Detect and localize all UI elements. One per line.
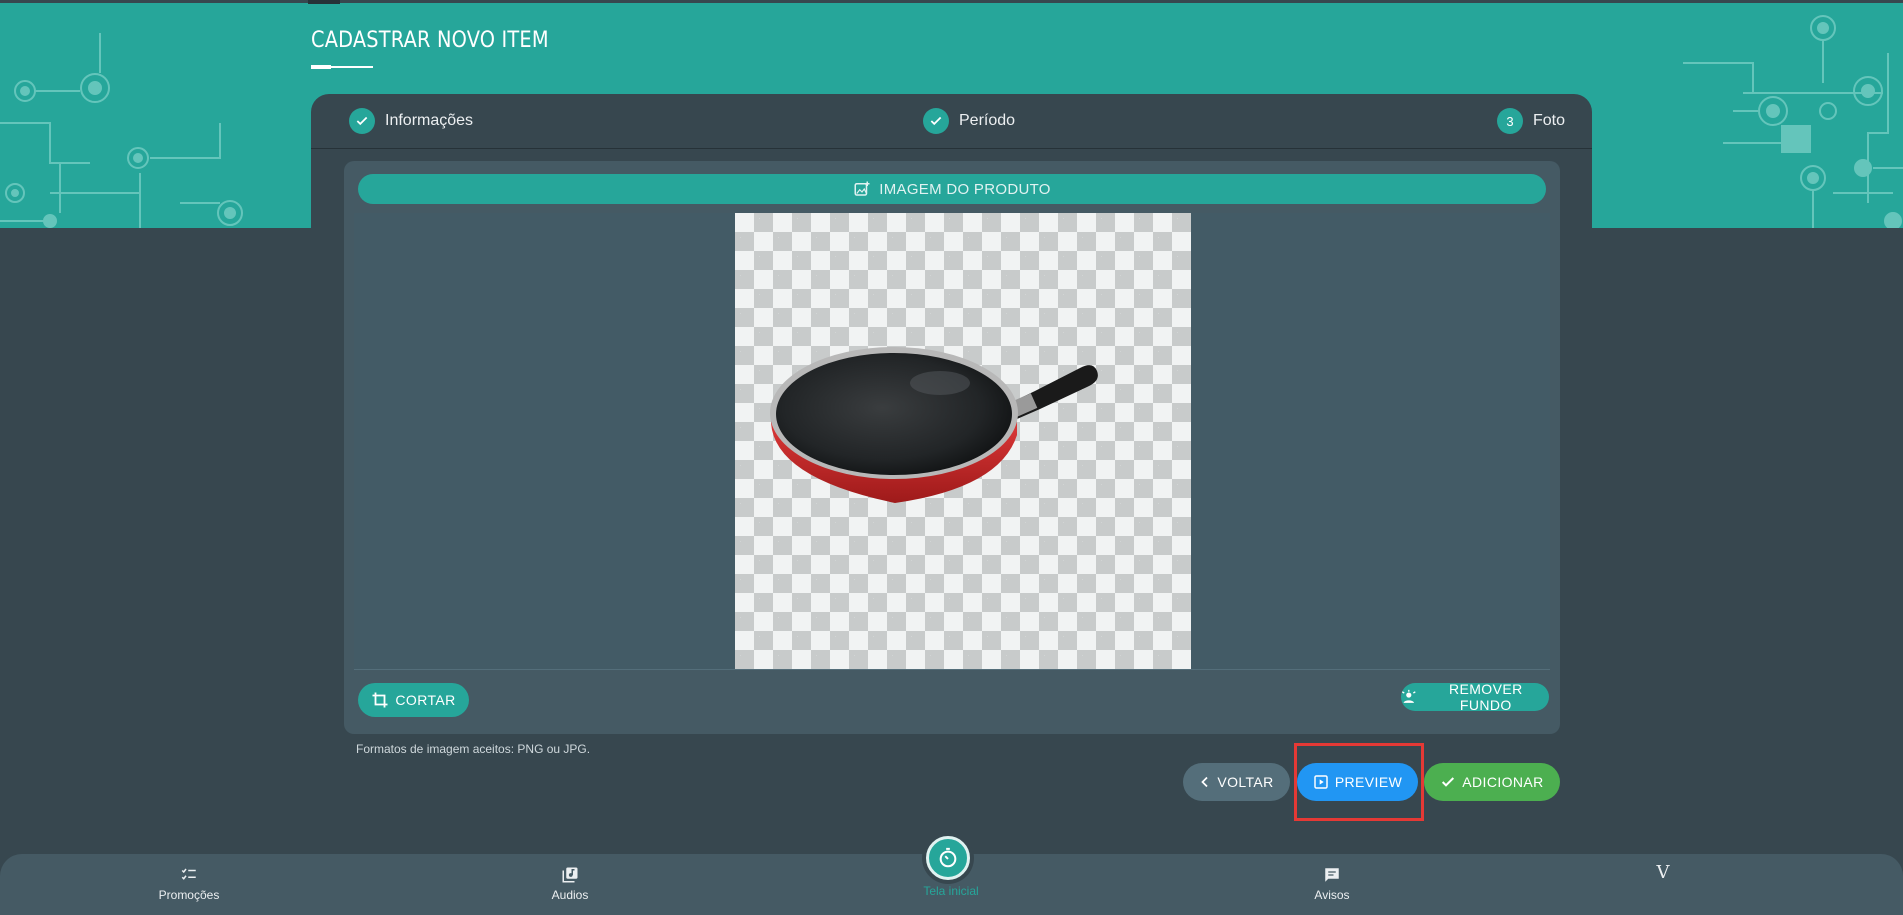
nav-label: Avisos	[1314, 888, 1350, 902]
chevron-left-icon	[1201, 776, 1208, 788]
timer-icon	[926, 836, 970, 880]
step-label: Período	[959, 112, 1016, 129]
crop-button[interactable]: CORTAR	[358, 683, 469, 717]
panel-header-label: IMAGEM DO PRODUTO	[879, 180, 1051, 198]
nav-label: Tela inicial	[923, 884, 979, 898]
remove-background-button[interactable]: REMOVER FUNDO	[1401, 681, 1549, 713]
step-number: 3	[1497, 108, 1523, 134]
check-icon	[923, 108, 949, 134]
stepper: Informações Período 3 Foto	[311, 94, 1592, 149]
checklist-icon	[129, 866, 249, 888]
image-panel: IMAGEM DO PRODUTO CORTAR REMOVER FUNDO	[344, 161, 1560, 734]
add-photo-icon	[854, 181, 870, 196]
home-fab[interactable]	[922, 832, 974, 884]
crop-label: CORTAR	[395, 692, 456, 708]
nav-label: Audios	[551, 888, 589, 902]
page-title: CADASTRAR NOVO ITEM	[311, 28, 549, 53]
title-underline	[311, 65, 373, 69]
nav-label: Promoções	[158, 888, 220, 902]
music-library-icon	[510, 866, 630, 888]
form-card: Informações Período 3 Foto IMAGEM DO PRO…	[311, 94, 1592, 744]
back-label: VOLTAR	[1217, 774, 1274, 790]
step-informacoes[interactable]: Informações	[349, 108, 473, 134]
step-label: Foto	[1533, 112, 1566, 129]
circuit-pattern-right	[1683, 15, 1903, 228]
image-preview-area	[354, 213, 1550, 669]
add-button[interactable]: ADICIONAR	[1424, 763, 1560, 801]
highlight-box	[1294, 743, 1424, 821]
step-label: Informações	[385, 112, 474, 129]
panel-header: IMAGEM DO PRODUTO	[358, 174, 1546, 204]
back-button[interactable]: VOLTAR	[1183, 763, 1290, 801]
panel-divider	[354, 669, 1550, 670]
product-image	[735, 213, 1191, 669]
check-icon	[1442, 777, 1455, 787]
add-label: ADICIONAR	[1462, 774, 1544, 790]
check-icon	[349, 108, 375, 134]
nav-item-promocoes[interactable]: Promoções	[129, 866, 249, 902]
format-hint: Formatos de imagem aceitos: PNG ou JPG.	[356, 742, 591, 756]
message-icon	[1272, 866, 1392, 888]
step-foto[interactable]: 3 Foto	[1497, 108, 1565, 134]
nav-item-tela-inicial[interactable]: Tela inicial	[891, 884, 1011, 898]
brand-logo[interactable]: V	[1603, 862, 1723, 883]
remove-bg-label: REMOVER FUNDO	[1449, 681, 1523, 713]
circuit-pattern-left	[0, 33, 243, 228]
person-remove-bg-icon	[1401, 689, 1416, 703]
nav-item-avisos[interactable]: Avisos	[1272, 866, 1392, 902]
top-indicator	[308, 0, 340, 4]
step-periodo[interactable]: Período	[923, 108, 1015, 134]
nav-item-audios[interactable]: Audios	[510, 866, 630, 902]
frying-pan-image	[770, 347, 1098, 503]
crop-icon	[372, 692, 388, 708]
